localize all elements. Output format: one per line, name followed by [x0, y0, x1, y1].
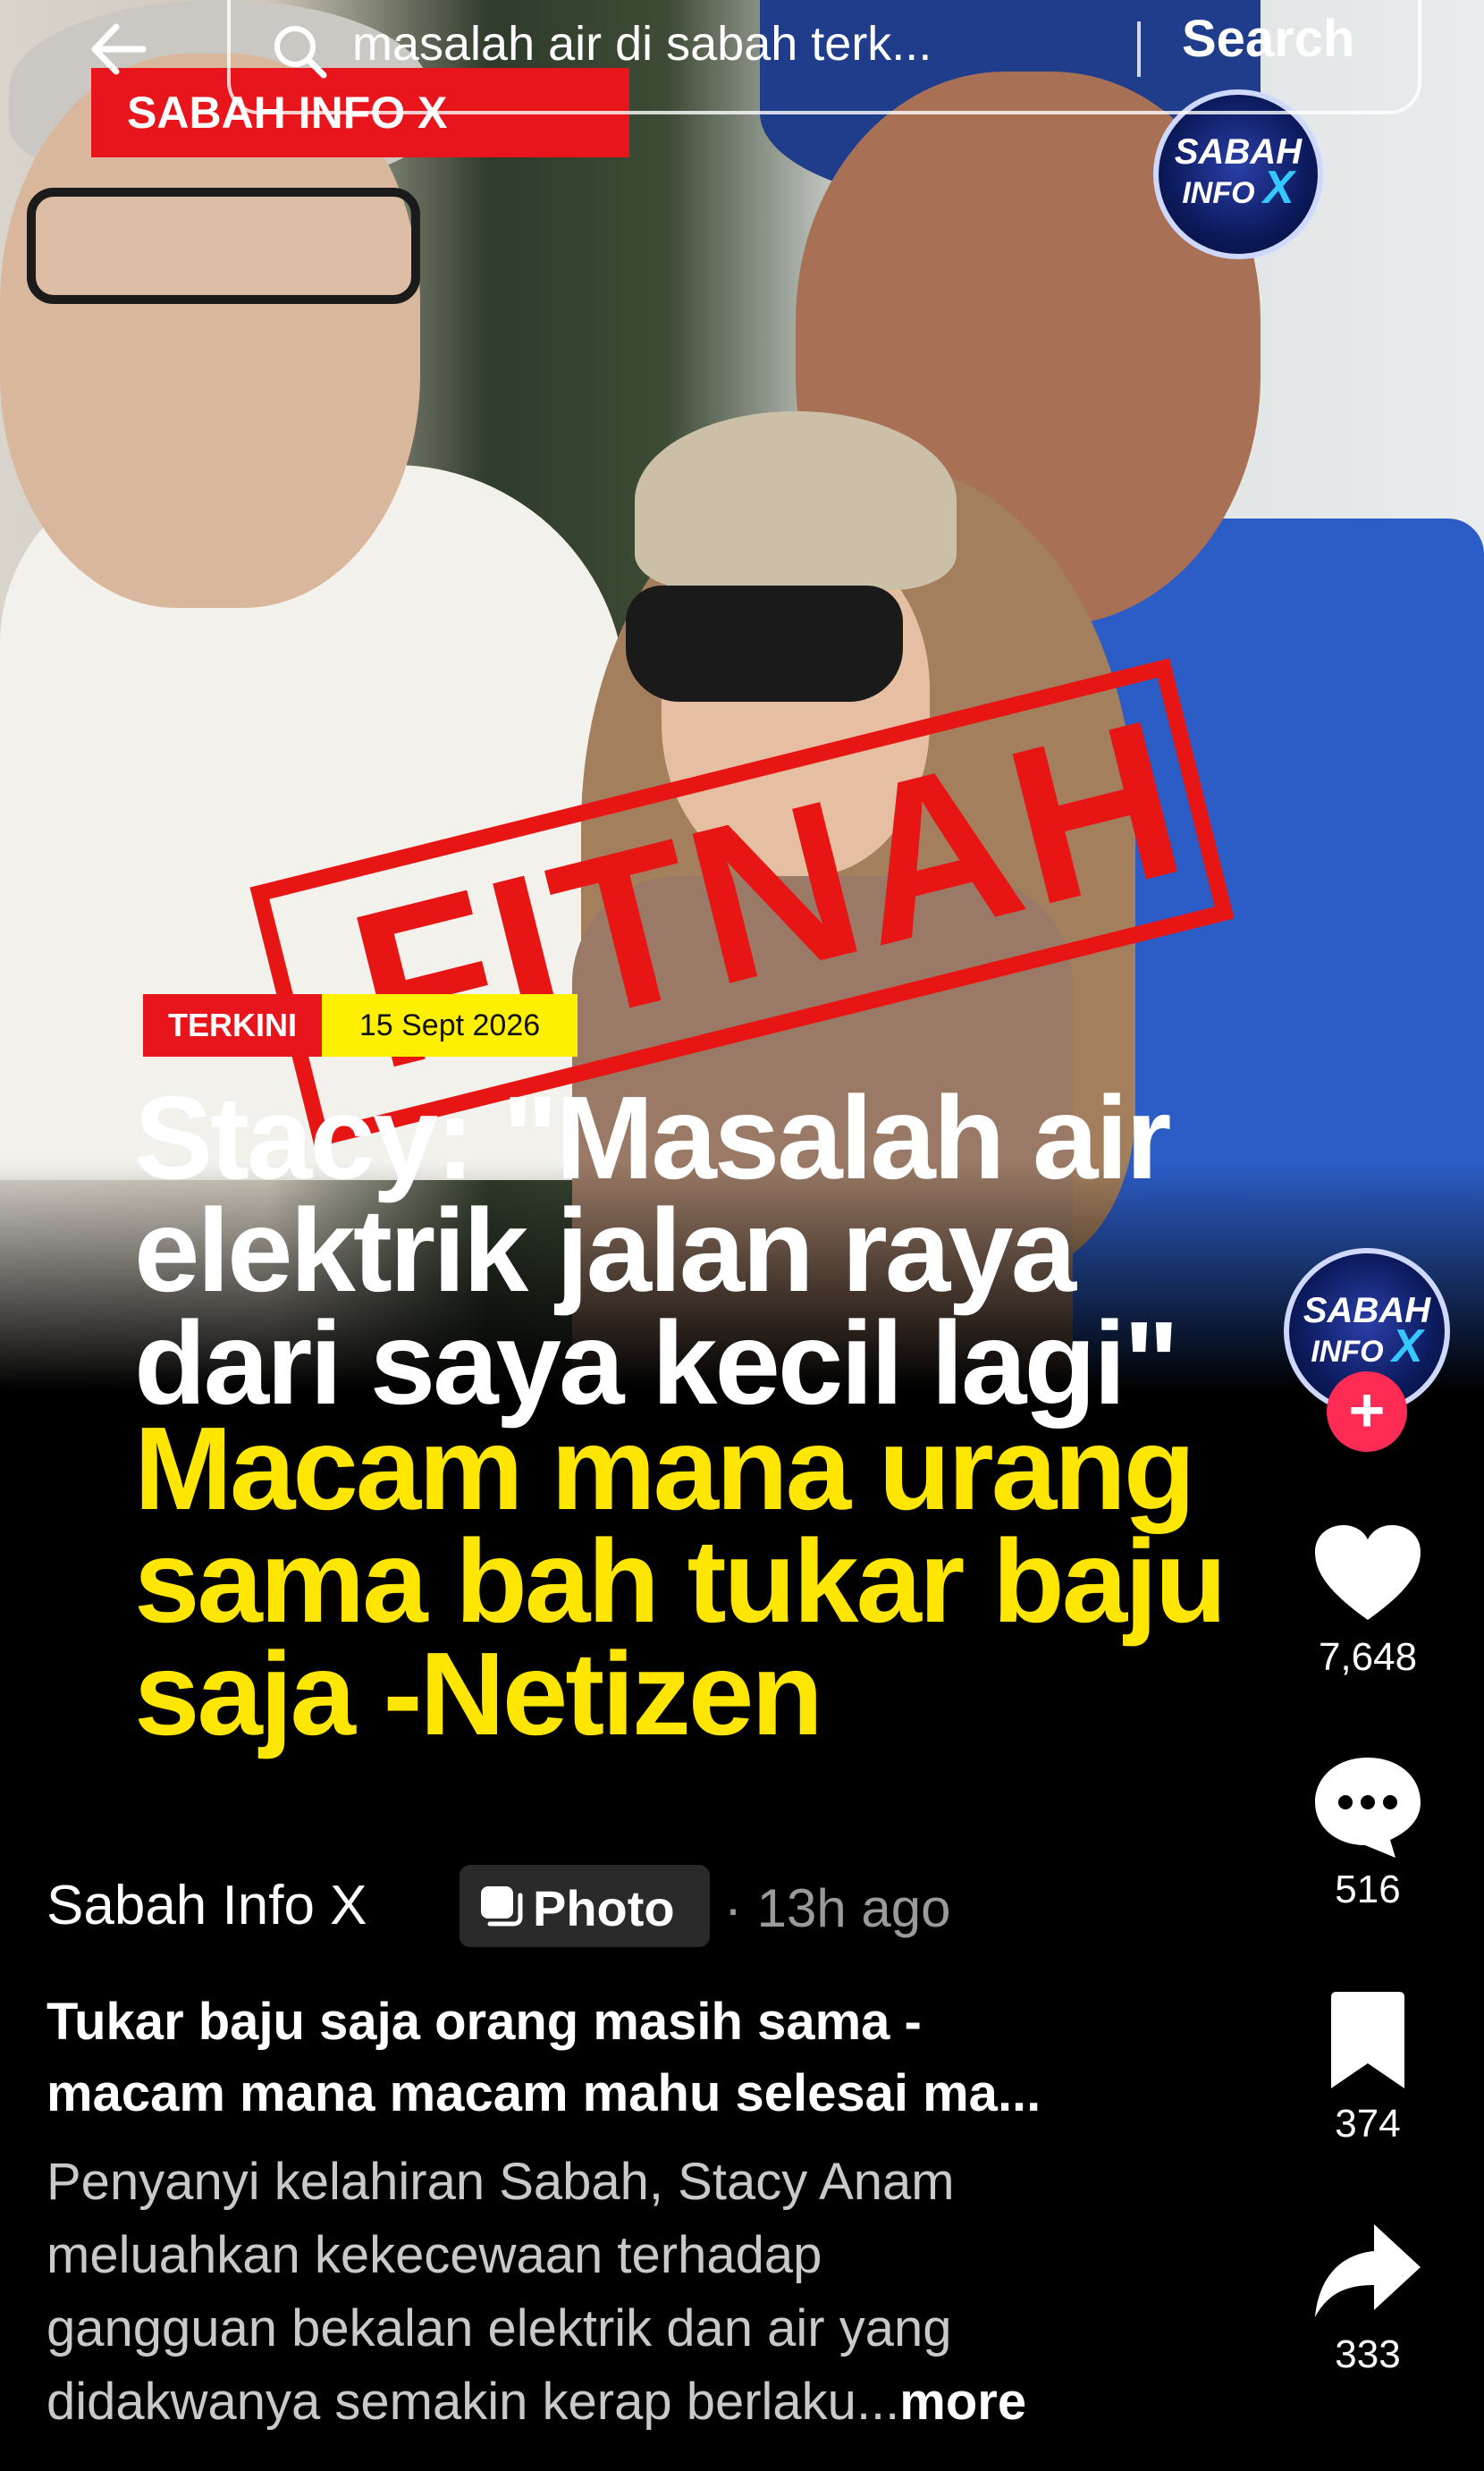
- avatar-mark: X: [1391, 1320, 1423, 1372]
- headline-line: Stacy: "Masalah air: [134, 1072, 1172, 1203]
- avatar-word: INFO: [1311, 1335, 1384, 1369]
- like-count: 7,648: [1318, 1635, 1418, 1679]
- subheadline-line: saja -Netizen: [134, 1628, 823, 1759]
- caption-body: Penyanyi kelahiran Sabah, Stacy Anam mel…: [46, 2146, 1244, 2439]
- caption-line: gangguan bekalan elektrik dan air yang: [46, 2299, 952, 2357]
- caption-line: didakwanya semakin kerap berlaku...: [46, 2373, 900, 2431]
- photo-type-label: Photo: [533, 1880, 675, 1936]
- search-divider: [1137, 21, 1141, 77]
- back-arrow-icon[interactable]: [80, 9, 161, 89]
- caption-line: meluahkan kekecewaan terhadap: [46, 2226, 822, 2284]
- logo-word: INFO: [1182, 176, 1255, 210]
- comment-count: 516: [1335, 1868, 1401, 1911]
- author-name[interactable]: Sabah Info X: [46, 1874, 367, 1937]
- avatar-line2: INFO X: [1289, 1323, 1445, 1370]
- comment-icon[interactable]: [1310, 1752, 1426, 1860]
- follow-button[interactable]: +: [1327, 1371, 1407, 1452]
- logo-mark: X: [1262, 162, 1294, 214]
- search-input[interactable]: masalah air di sabah terk...: [352, 16, 932, 72]
- share-icon[interactable]: [1310, 2217, 1426, 2324]
- sabah-info-x-logo: SABAH INFO X: [1153, 89, 1323, 259]
- comment-action[interactable]: 516: [1296, 1752, 1439, 1912]
- subheadline-line: Macam mana urang: [134, 1403, 1195, 1534]
- more-link[interactable]: more: [899, 2373, 1026, 2431]
- glasses-shape: [27, 188, 420, 304]
- date-badge: 15 Sept 2026: [322, 994, 578, 1057]
- caption-title-line: macam mana macam mahu selesai ma...: [46, 2064, 1041, 2122]
- subheadline-line: sama bah tukar baju: [134, 1515, 1227, 1647]
- save-count: 374: [1335, 2102, 1401, 2146]
- caption-title: Tukar baju saja orang masih sama - macam…: [46, 1986, 1244, 2129]
- post-time: · 13h ago: [724, 1878, 951, 1938]
- search-button[interactable]: Search: [1182, 9, 1354, 69]
- bookmark-icon[interactable]: [1310, 1986, 1426, 2094]
- headline-line: elektrik jalan raya: [134, 1185, 1076, 1316]
- search-icon: [274, 26, 327, 79]
- logo-line2: INFO X: [1159, 164, 1318, 211]
- caption-title-line: Tukar baju saja orang masih sama -: [46, 1993, 922, 2051]
- post-headline: Stacy: "Masalah air elektrik jalan raya …: [134, 1072, 1296, 1422]
- heart-icon[interactable]: [1310, 1520, 1426, 1627]
- share-count: 333: [1335, 2332, 1401, 2376]
- like-action[interactable]: 7,648: [1296, 1520, 1439, 1680]
- post-subheadline: Macam mana urang sama bah tukar baju saj…: [134, 1403, 1332, 1759]
- save-action[interactable]: 374: [1296, 1986, 1439, 2146]
- caption-line-last: didakwanya semakin kerap berlaku...more: [46, 2366, 1244, 2439]
- category-badge: TERKINI: [143, 994, 322, 1057]
- photo-type-badge: Photo: [460, 1865, 710, 1947]
- sunglasses-shape: [626, 586, 903, 702]
- caption-line: Penyanyi kelahiran Sabah, Stacy Anam: [46, 2153, 955, 2211]
- woman-cap: [635, 411, 957, 590]
- share-action[interactable]: 333: [1296, 2217, 1439, 2377]
- photo-icon: [481, 1886, 523, 1927]
